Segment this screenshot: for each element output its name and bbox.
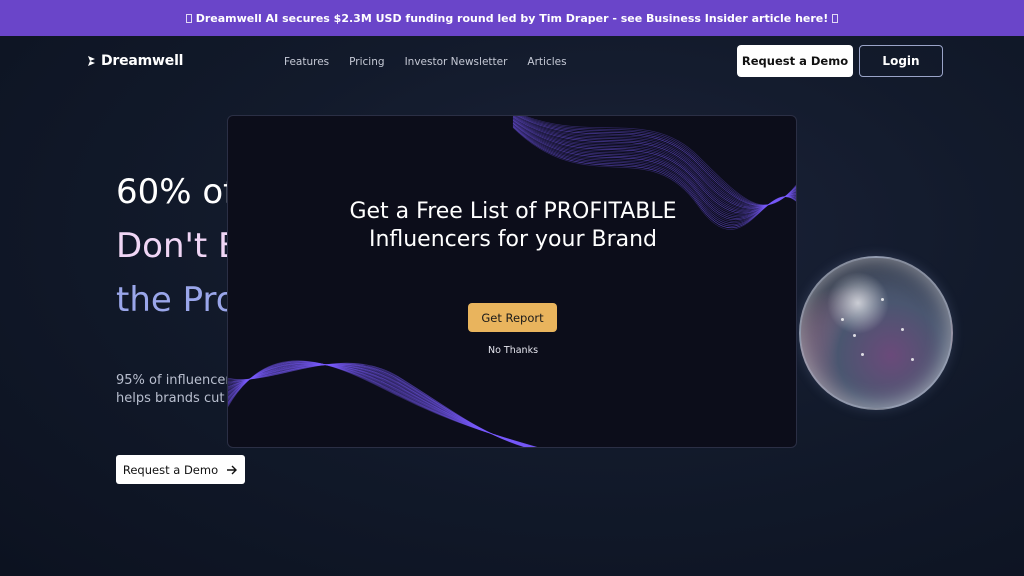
orb-sparkle — [911, 358, 914, 361]
dreamwell-logo-icon — [88, 56, 95, 66]
wave-decoration — [228, 116, 796, 447]
decorative-orb — [799, 256, 953, 410]
wave-line — [512, 116, 796, 208]
wave-line — [228, 361, 537, 447]
wave-line — [228, 361, 537, 447]
orb-sparkle — [861, 353, 864, 356]
nav-item-articles[interactable]: Articles — [527, 56, 566, 68]
wave-line — [228, 362, 535, 447]
wave-line — [512, 117, 796, 210]
no-thanks-link[interactable]: No Thanks — [228, 345, 796, 356]
main-nav: Features Pricing Investor Newsletter Art… — [284, 56, 567, 68]
wave-line — [228, 362, 526, 447]
modal-title: Get a Free List of PROFITABLE Influencer… — [228, 198, 796, 254]
wave-line — [228, 361, 536, 447]
hero-headline-line-3: the Pro — [116, 280, 237, 320]
lead-capture-modal: Get a Free List of PROFITABLE Influencer… — [227, 115, 797, 448]
hero-headline-line-1: 60% of — [116, 172, 236, 212]
get-report-button[interactable]: Get Report — [468, 303, 557, 332]
nav-item-pricing[interactable]: Pricing — [349, 56, 384, 68]
hero-request-demo-button[interactable]: Request a Demo — [116, 455, 245, 484]
hero-headline-line-2: Don't B — [116, 226, 242, 266]
wave-line — [228, 363, 526, 447]
wave-line — [228, 362, 535, 447]
orb-sparkle — [841, 318, 844, 321]
hero-cta-label: Request a Demo — [122, 462, 219, 477]
modal-title-line-2: Influencers for your Brand — [368, 227, 658, 252]
orb-sparkle — [881, 298, 884, 301]
arrow-right-icon — [227, 465, 238, 474]
nav-item-investor-newsletter[interactable]: Investor Newsletter — [405, 56, 508, 68]
login-button[interactable]: Login — [859, 45, 943, 77]
request-demo-button[interactable]: Request a Demo — [737, 45, 853, 77]
site-header: Dreamwell Features Pricing Investor News… — [0, 36, 1024, 88]
modal-title-line-1: Get a Free List of PROFITABLE — [349, 199, 677, 224]
wave-line — [228, 362, 536, 447]
announcement-text[interactable]: Dreamwell AI secures $2.3M USD funding r… — [196, 12, 829, 25]
logo-text: Dreamwell — [101, 53, 184, 69]
hero-subtext-line-2: helps brands cut c — [116, 391, 236, 406]
wave-line — [228, 362, 534, 447]
wave-line — [228, 363, 534, 447]
orb-sparkle — [901, 328, 904, 331]
announcement-bar[interactable]: Dreamwell AI secures $2.3M USD funding r… — [0, 0, 1024, 36]
wave-lines-bottom — [228, 360, 538, 447]
page: Dreamwell AI secures $2.3M USD funding r… — [0, 0, 1024, 576]
hero-subtext-line-1: 95% of influencers — [116, 373, 238, 388]
orb-sparkle — [853, 334, 856, 337]
nav-item-features[interactable]: Features — [284, 56, 329, 68]
emoji-icon — [185, 13, 192, 23]
logo[interactable]: Dreamwell — [87, 53, 183, 69]
emoji-icon — [832, 13, 839, 23]
